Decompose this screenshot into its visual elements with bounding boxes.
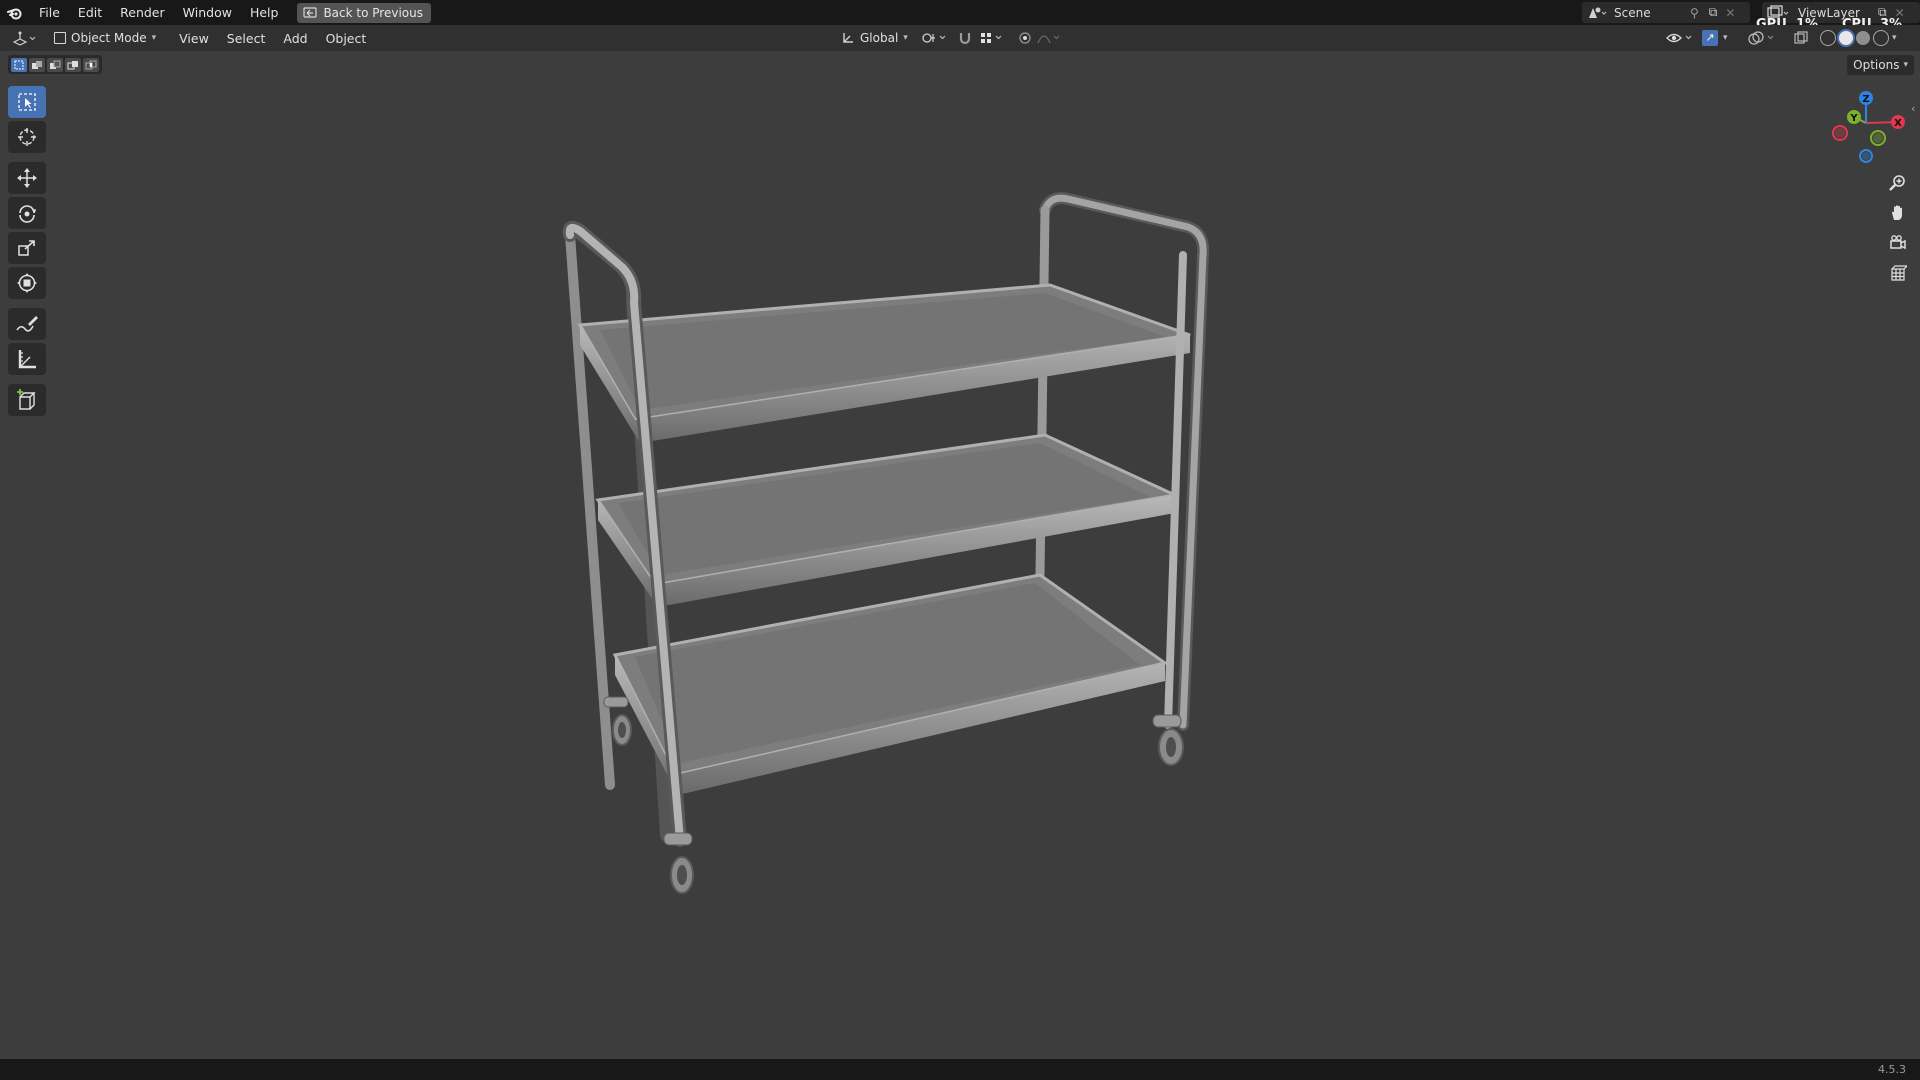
pivot-point-selector[interactable] — [915, 28, 955, 48]
gizmo-y-label: Y — [1849, 113, 1858, 124]
magnet-icon — [959, 33, 971, 45]
cursor-icon — [18, 128, 36, 146]
back-screen-icon — [303, 6, 318, 18]
xray-icon — [1794, 31, 1808, 44]
menu-help[interactable]: Help — [241, 0, 288, 25]
menu-edit[interactable]: Edit — [69, 0, 111, 25]
version-label: 4.5.3 — [1878, 1063, 1906, 1076]
transform-icon — [17, 273, 37, 293]
scale-tool[interactable] — [8, 232, 46, 264]
options-dropdown[interactable]: Options ▾ — [1847, 55, 1914, 75]
eye-icon — [1666, 33, 1692, 43]
menu-file[interactable]: File — [30, 0, 69, 25]
caster-front-right — [1152, 714, 1184, 766]
orientation-label: Global — [860, 31, 899, 45]
new-scene-icon[interactable]: ⧉ — [1709, 5, 1718, 20]
xray-toggle[interactable] — [1788, 28, 1814, 48]
overlays-icon — [1748, 31, 1774, 45]
pivot-icon — [922, 33, 946, 43]
options-label: Options — [1853, 58, 1900, 72]
camera-view-icon[interactable] — [1885, 230, 1911, 256]
rendered-shading-icon[interactable] — [1873, 30, 1889, 46]
status-bar: 4.5.3 — [0, 1059, 1920, 1080]
select-intersect-icon[interactable] — [83, 57, 99, 72]
move-icon — [17, 168, 37, 188]
snap-target-selector[interactable] — [974, 28, 1014, 48]
zoom-icon[interactable] — [1885, 170, 1911, 196]
overlays-toggle[interactable] — [1742, 28, 1784, 48]
proportional-editing-toggle[interactable] — [1012, 28, 1068, 48]
viewport-header: Object Mode ▾ View Select Add Object Glo… — [0, 25, 1920, 51]
menu-add[interactable]: Add — [274, 31, 316, 46]
rotate-tool[interactable] — [8, 197, 46, 229]
chevron-down-icon: ▾ — [903, 33, 908, 43]
gizmo-x-label: X — [1894, 118, 1902, 129]
close-scene-icon[interactable]: ✕ — [1725, 6, 1735, 20]
transform-orientation-selector[interactable]: Global ▾ — [835, 28, 914, 48]
pan-hand-icon[interactable] — [1885, 200, 1911, 226]
menu-object[interactable]: Object — [317, 31, 376, 46]
select-box-tool[interactable] — [8, 86, 46, 118]
back-to-previous-button[interactable]: Back to Previous — [297, 2, 431, 23]
3d-viewport-icon — [12, 31, 36, 46]
tool-shelf — [8, 86, 48, 419]
select-subtract-icon[interactable] — [47, 57, 63, 72]
menu-render[interactable]: Render — [111, 0, 174, 25]
menu-window[interactable]: Window — [174, 0, 241, 25]
blender-logo-icon[interactable] — [0, 0, 30, 25]
scene-icon — [1589, 7, 1607, 18]
navigation-gizmo[interactable]: Z X Y — [1826, 86, 1906, 172]
ortho-grid-icon[interactable] — [1885, 260, 1911, 286]
scene-name[interactable]: Scene — [1614, 6, 1684, 20]
pin-icon[interactable]: ⚲ — [1690, 6, 1699, 20]
gizmo-toggle[interactable]: ↗ ▾ — [1696, 28, 1734, 48]
transform-tool[interactable] — [8, 267, 46, 299]
measure-ruler-icon — [18, 350, 36, 369]
wireframe-shading-icon[interactable] — [1820, 30, 1836, 46]
chevron-down-icon: ▾ — [151, 33, 157, 43]
menu-view[interactable]: View — [170, 31, 218, 46]
proportional-icon — [1019, 32, 1060, 44]
snap-grid-icon — [981, 33, 1002, 43]
select-new-icon[interactable] — [11, 57, 27, 72]
global-axes-icon — [843, 33, 853, 43]
object-mode-icon — [54, 32, 66, 44]
mode-selector[interactable]: Object Mode ▾ — [48, 28, 162, 48]
selection-mode-bar — [8, 55, 102, 74]
measure-tool[interactable] — [8, 343, 46, 375]
sidebar-toggle-chevron-icon[interactable]: ‹ — [1911, 102, 1915, 115]
gizmo-icon: ↗ — [1702, 30, 1718, 46]
solid-shading-icon[interactable] — [1839, 31, 1853, 45]
scene-selector[interactable]: Scene ⚲ ⧉ ✕ — [1582, 2, 1750, 23]
add-cube-icon — [17, 389, 36, 410]
select-extend-icon[interactable] — [29, 57, 45, 72]
scale-icon — [18, 240, 35, 256]
select-invert-icon[interactable] — [65, 57, 81, 72]
chevron-down-icon: ▾ — [1723, 33, 1728, 43]
caster-front-left — [663, 832, 694, 894]
trolley-3d-model[interactable] — [540, 185, 1220, 905]
material-shading-icon[interactable] — [1856, 31, 1870, 45]
rotate-icon — [19, 205, 36, 223]
back-to-previous-label: Back to Previous — [323, 5, 423, 20]
chevron-down-icon[interactable]: ▾ — [1892, 33, 1897, 43]
mode-label: Object Mode — [71, 31, 147, 45]
cursor-tool[interactable] — [8, 121, 46, 153]
gizmo-z-label: Z — [1862, 94, 1869, 105]
select-box-icon — [18, 93, 36, 111]
annotate-pencil-icon — [16, 316, 38, 332]
editor-type-selector[interactable] — [6, 28, 44, 48]
add-cube-tool[interactable] — [8, 384, 46, 416]
shading-mode-group[interactable]: ▾ — [1814, 28, 1903, 48]
annotate-tool[interactable] — [8, 308, 46, 340]
move-tool[interactable] — [8, 162, 46, 194]
chevron-down-icon: ▾ — [1903, 60, 1908, 70]
menu-select[interactable]: Select — [218, 31, 275, 46]
